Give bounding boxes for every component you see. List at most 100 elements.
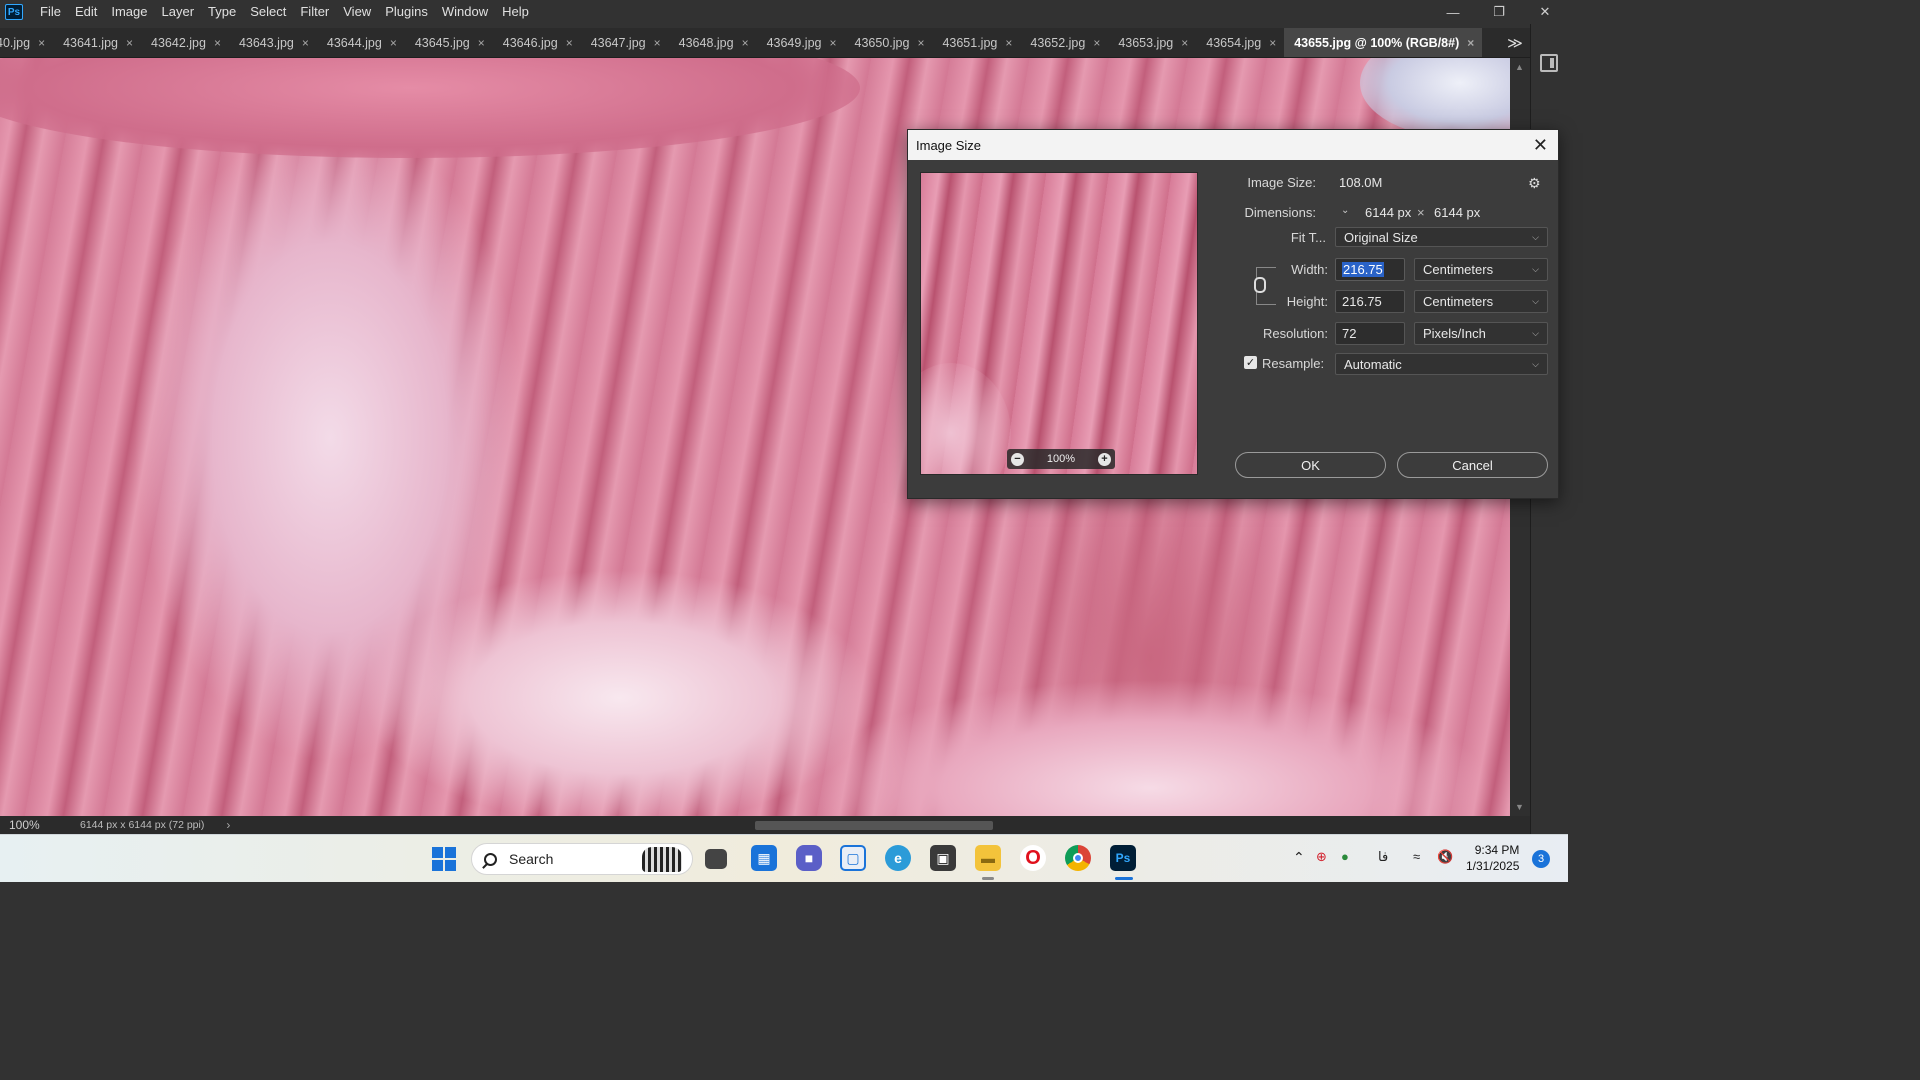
close-tab-icon[interactable]: × [566,36,573,50]
menu-image[interactable]: Image [104,0,154,24]
globe-tray-icon[interactable]: ● [1341,849,1349,864]
resample-checkbox[interactable]: ✓ [1244,356,1257,369]
tab-document[interactable]: 43649.jpg × [757,28,845,57]
close-tab-icon[interactable]: × [1269,36,1276,50]
menu-layer[interactable]: Layer [155,0,202,24]
close-tab-icon[interactable]: × [38,36,45,50]
system-clock[interactable]: 9:34 PM 1/31/2025 [1466,842,1519,874]
tab-document-active[interactable]: 43655.jpg @ 100% (RGB/8#) × [1284,28,1483,57]
menu-help[interactable]: Help [495,0,536,24]
close-tab-icon[interactable]: × [214,36,221,50]
tab-document[interactable]: 43654.jpg × [1196,28,1284,57]
restore-icon[interactable]: ❐ [1476,0,1522,24]
close-tab-icon[interactable]: × [126,36,133,50]
ok-button[interactable]: OK [1235,452,1386,478]
height-input[interactable]: 216.75 [1335,290,1405,313]
file-explorer-icon[interactable]: ▬ [975,845,1001,871]
menu-window[interactable]: Window [435,0,495,24]
tab-document[interactable]: 40.jpg × [0,28,53,57]
speaker-muted-icon[interactable]: 🔇 [1437,849,1453,865]
status-zoom[interactable]: 100% [0,818,80,832]
dimensions-dropdown-icon[interactable]: ⌄ [1341,205,1355,219]
windows-start-icon[interactable] [432,847,456,871]
horizontal-scrollbar[interactable] [240,819,1500,831]
tab-document[interactable]: 43652.jpg × [1020,28,1108,57]
width-unit-select[interactable]: Centimeters ⌵ [1414,258,1548,281]
dimensions-height: 6144 px [1434,205,1481,220]
tab-document[interactable]: 43642.jpg × [141,28,229,57]
tab-label: 43643.jpg [238,36,294,50]
tab-document[interactable]: 43647.jpg × [581,28,669,57]
vpn-icon[interactable]: ⊕ [1316,849,1327,865]
snipping-tool-icon[interactable]: ▢ [840,845,866,871]
close-tab-icon[interactable]: × [917,36,924,50]
tab-document[interactable]: 43650.jpg × [845,28,933,57]
status-menu-arrow[interactable]: › [226,818,230,832]
more-tabs-icon[interactable]: ≫ [1500,28,1530,57]
dialog-title-bar[interactable]: Image Size ✕ [908,130,1558,160]
chain-link-icon[interactable] [1254,277,1266,293]
close-tab-icon[interactable]: × [1093,36,1100,50]
panel-toggle-icon[interactable] [1540,54,1558,72]
menu-filter[interactable]: Filter [293,0,336,24]
minimize-icon[interactable]: — [1430,0,1476,24]
tab-document[interactable]: 43653.jpg × [1108,28,1196,57]
close-tab-icon[interactable]: × [478,36,485,50]
dimensions-label: Dimensions: [1244,205,1316,220]
tab-document[interactable]: 43644.jpg × [317,28,405,57]
task-view-icon[interactable] [705,849,727,869]
chrome-browser-icon[interactable] [1065,845,1091,871]
resample-select[interactable]: Automatic ⌵ [1335,353,1548,375]
resolution-input[interactable]: 72 [1335,322,1405,345]
height-unit-select[interactable]: Centimeters ⌵ [1414,290,1548,313]
gear-icon[interactable]: ⚙ [1528,175,1541,192]
widgets-icon[interactable]: ▦ [751,845,777,871]
tab-label: 43648.jpg [678,36,734,50]
store-icon[interactable]: ▣ [930,845,956,871]
cancel-button[interactable]: Cancel [1397,452,1548,478]
tray-overflow-chevron-icon[interactable]: ⌃ [1293,849,1305,866]
scroll-down-icon[interactable]: ▼ [1515,802,1524,812]
menu-edit[interactable]: Edit [68,0,104,24]
fit-to-select[interactable]: Original Size ⌵ [1335,227,1548,247]
tab-document[interactable]: 43645.jpg × [405,28,493,57]
close-tab-icon[interactable]: × [302,36,309,50]
close-tab-icon[interactable]: × [1467,36,1474,50]
image-size-value: 108.0M [1339,175,1383,190]
photoshop-logo-icon[interactable]: Ps [5,4,23,20]
menu-select[interactable]: Select [243,0,293,24]
fit-to-label: Fit T... [1290,230,1326,245]
menu-type[interactable]: Type [201,0,243,24]
taskbar-search[interactable]: Search [471,843,693,875]
width-input[interactable]: 216.75 [1335,258,1405,281]
teams-chat-icon[interactable]: ■ [796,845,822,871]
menu-view[interactable]: View [336,0,378,24]
resolution-unit-select[interactable]: Pixels/Inch ⌵ [1414,322,1548,345]
input-language[interactable]: فا [1378,849,1388,865]
zoom-out-icon[interactable]: − [1011,452,1024,466]
tab-document[interactable]: 43646.jpg × [493,28,581,57]
close-tab-icon[interactable]: × [742,36,749,50]
horizontal-scroll-thumb[interactable] [755,821,993,830]
scroll-up-icon[interactable]: ▲ [1515,62,1524,72]
close-icon[interactable]: ✕ [1533,135,1548,156]
menu-plugins[interactable]: Plugins [378,0,435,24]
tab-document[interactable]: 43651.jpg × [932,28,1020,57]
photoshop-taskbar-icon[interactable]: Ps [1110,845,1136,871]
close-tab-icon[interactable]: × [390,36,397,50]
close-window-icon[interactable]: ✕ [1522,0,1568,24]
notification-badge[interactable]: 3 [1532,850,1550,868]
wifi-icon[interactable]: ≈ [1413,849,1420,864]
tab-document[interactable]: 43648.jpg × [669,28,757,57]
image-preview[interactable]: − 100% + [920,172,1198,475]
menu-file[interactable]: File [33,0,68,24]
zoom-in-icon[interactable]: + [1097,452,1111,466]
close-tab-icon[interactable]: × [1181,36,1188,50]
opera-browser-icon[interactable]: O [1020,845,1046,871]
close-tab-icon[interactable]: × [1005,36,1012,50]
tab-document[interactable]: 43643.jpg × [229,28,317,57]
edge-browser-icon[interactable]: e [885,845,911,871]
tab-document[interactable]: 43641.jpg × [53,28,141,57]
close-tab-icon[interactable]: × [830,36,837,50]
close-tab-icon[interactable]: × [654,36,661,50]
